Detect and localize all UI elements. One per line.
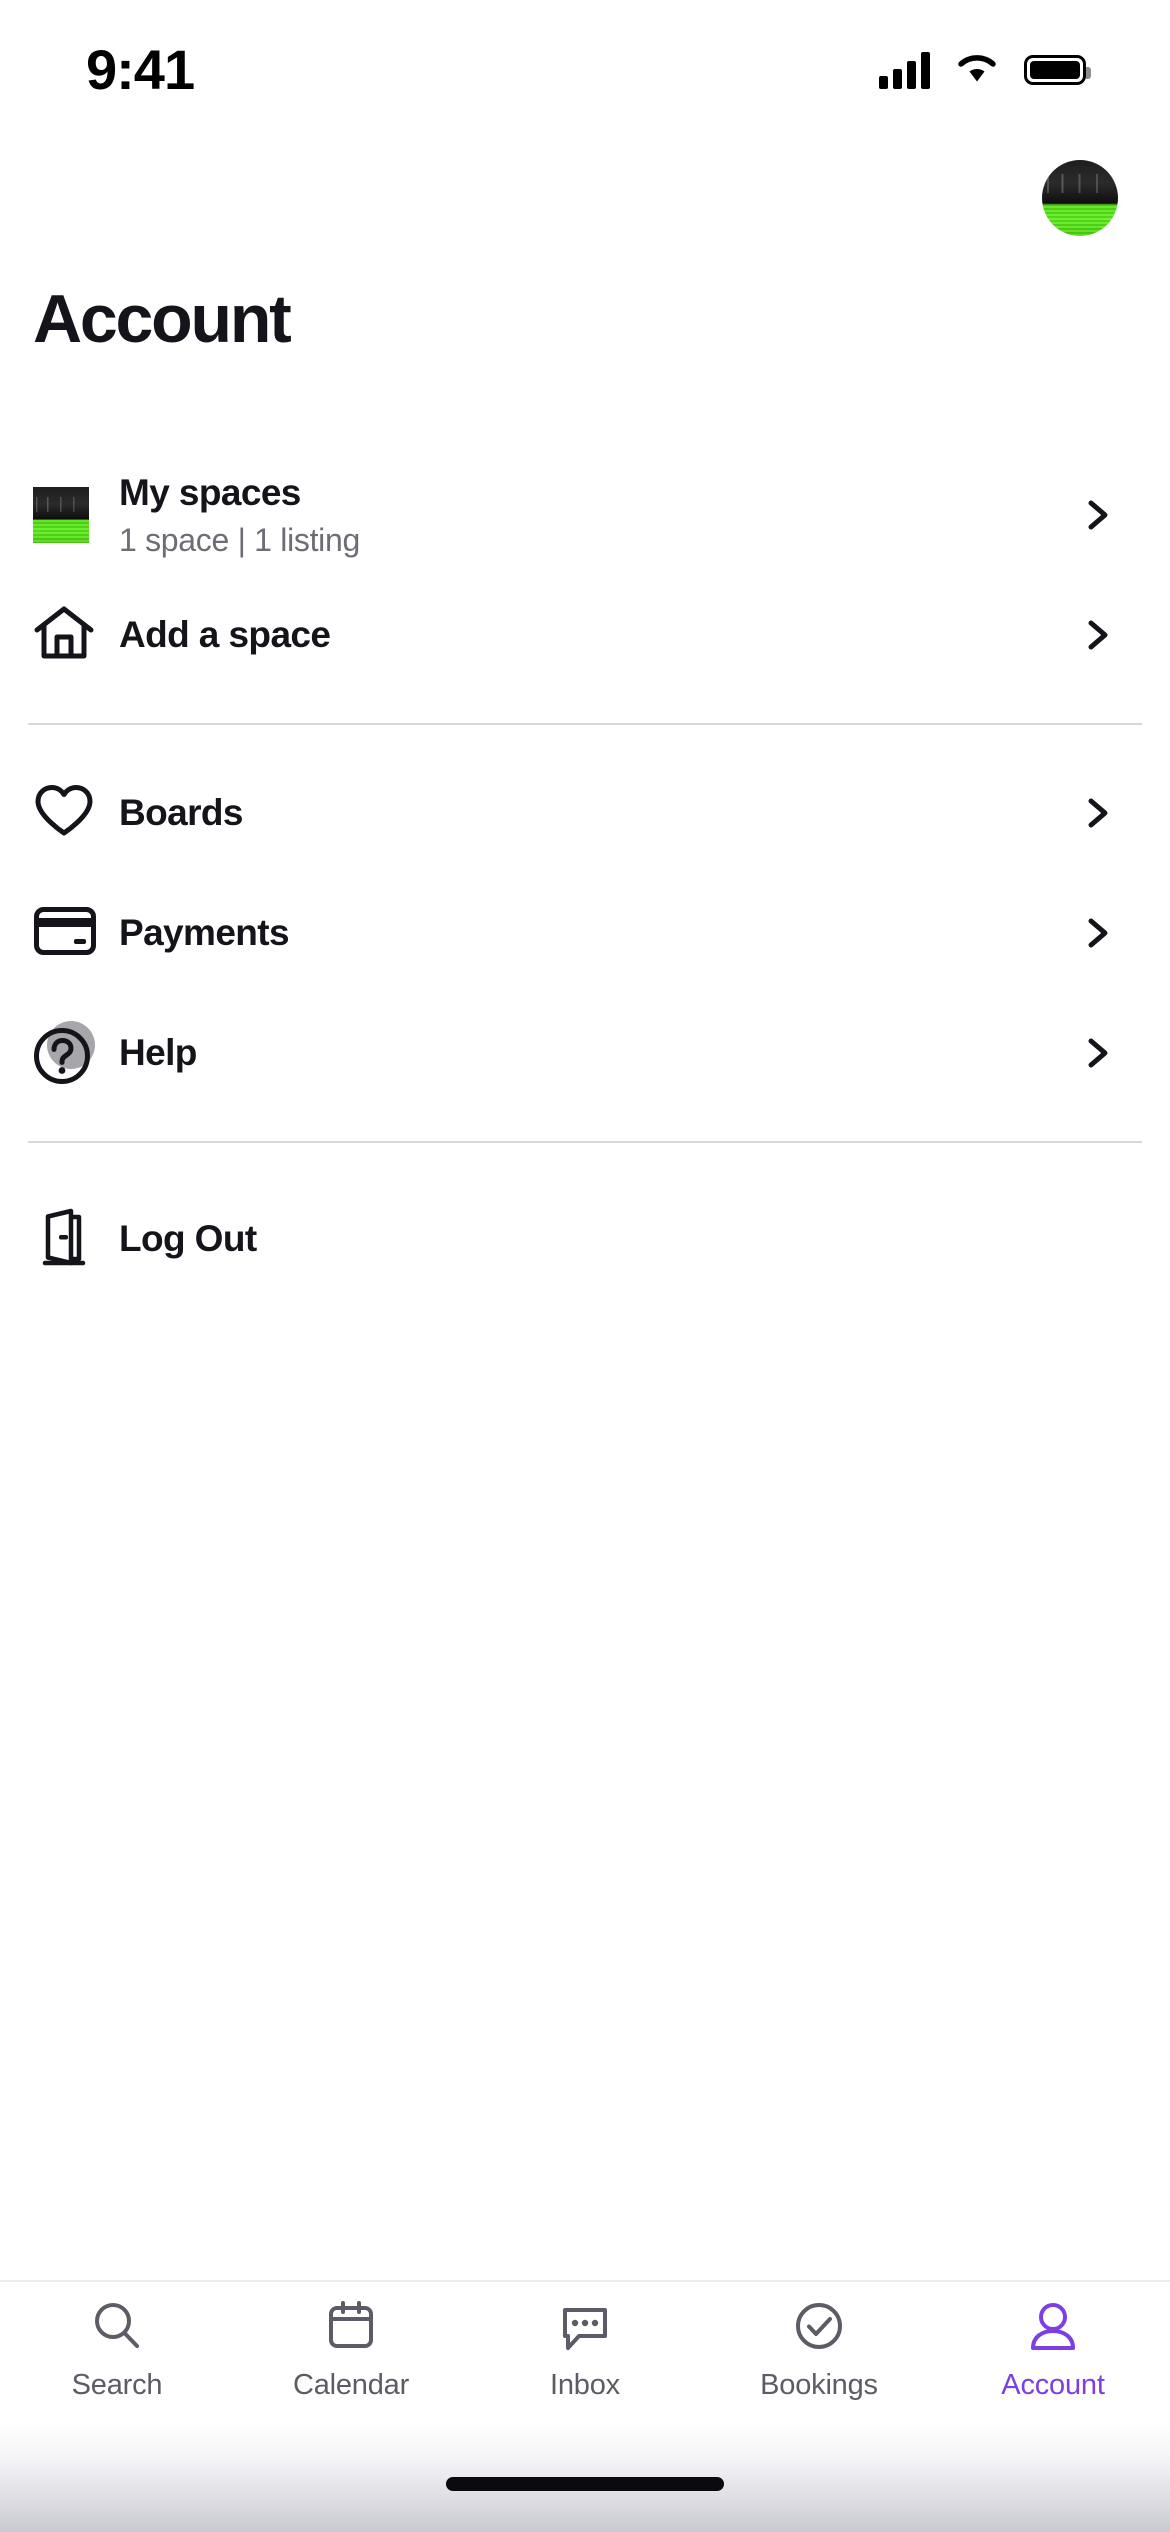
section-divider: [28, 723, 1142, 725]
tab-label: Search: [71, 2369, 163, 2401]
account-menu-list: My spaces 1 space | 1 listing Add a spac…: [0, 455, 1170, 1299]
credit-card-icon: [33, 906, 97, 961]
status-bar-indicators: [879, 51, 1091, 89]
menu-item-my-spaces[interactable]: My spaces 1 space | 1 listing: [0, 455, 1170, 575]
menu-item-labels: Log Out: [119, 1217, 1142, 1261]
tab-account[interactable]: Account: [936, 2298, 1170, 2402]
chevron-right-icon: [1080, 916, 1114, 950]
home-indicator-bar[interactable]: [446, 2477, 724, 2491]
tab-label: Calendar: [292, 2369, 410, 2401]
menu-item-labels: Payments: [119, 911, 1080, 955]
chevron-right-icon: [1080, 1036, 1114, 1070]
menu-item-subtitle: 1 space | 1 listing: [119, 521, 360, 558]
space-thumbnail: [33, 487, 89, 543]
menu-item-labels: Add a space: [119, 613, 1080, 657]
check-circle-icon: [791, 2298, 847, 2359]
chevron-right-icon: [1080, 796, 1114, 830]
status-bar-clock: 9:41: [86, 38, 195, 101]
avatar[interactable]: [1042, 160, 1118, 236]
question-mark-circle-icon: [33, 1021, 97, 1085]
tab-calendar[interactable]: Calendar: [234, 2298, 468, 2402]
chat-bubble-icon: [557, 2298, 613, 2359]
tab-inbox[interactable]: Inbox: [468, 2298, 702, 2402]
menu-item-help[interactable]: Help: [0, 993, 1170, 1113]
calendar-icon: [323, 2298, 379, 2359]
icon-slot: [33, 1021, 119, 1085]
battery-full-icon: [1024, 55, 1091, 85]
cellular-bars-icon: [879, 51, 930, 89]
heart-icon: [33, 783, 95, 844]
icon-slot: [33, 1206, 119, 1273]
menu-item-label: Help: [119, 1032, 197, 1074]
menu-item-add-a-space[interactable]: Add a space: [0, 575, 1170, 695]
tab-label: Account: [1001, 2369, 1105, 2401]
wifi-icon: [956, 52, 998, 89]
page-title: Account: [33, 281, 292, 357]
magnifier-icon: [89, 2298, 145, 2359]
menu-item-label: Log Out: [119, 1218, 257, 1260]
menu-item-labels: Help: [119, 1031, 1080, 1075]
menu-item-labels: Boards: [119, 791, 1080, 835]
icon-slot: [33, 906, 119, 961]
bottom-tab-bar: Search Calendar Inbox Bookings Account: [0, 2280, 1170, 2420]
home-indicator-area: [0, 2420, 1170, 2532]
section-divider: [28, 1141, 1142, 1143]
icon-slot: [33, 487, 119, 543]
exit-door-icon: [33, 1206, 95, 1273]
tab-label: Bookings: [760, 2369, 878, 2401]
menu-item-boards[interactable]: Boards: [0, 753, 1170, 873]
chevron-right-icon: [1080, 498, 1114, 532]
tab-label: Inbox: [550, 2369, 620, 2401]
menu-item-label: Add a space: [119, 614, 331, 656]
menu-item-payments[interactable]: Payments: [0, 873, 1170, 993]
chevron-right-icon: [1080, 618, 1114, 652]
menu-item-label: Payments: [119, 912, 290, 954]
person-icon: [1025, 2298, 1081, 2359]
icon-slot: [33, 604, 119, 667]
menu-item-labels: My spaces 1 space | 1 listing: [119, 471, 1080, 559]
tab-search[interactable]: Search: [0, 2298, 234, 2402]
menu-item-label: My spaces: [119, 472, 301, 514]
tab-bookings[interactable]: Bookings: [702, 2298, 936, 2402]
status-bar: 9:41: [0, 0, 1170, 130]
menu-item-log-out[interactable]: Log Out: [0, 1179, 1170, 1299]
user-avatar-photo: [1042, 160, 1118, 236]
icon-slot: [33, 783, 119, 844]
menu-item-label: Boards: [119, 792, 243, 834]
house-icon: [33, 604, 95, 667]
